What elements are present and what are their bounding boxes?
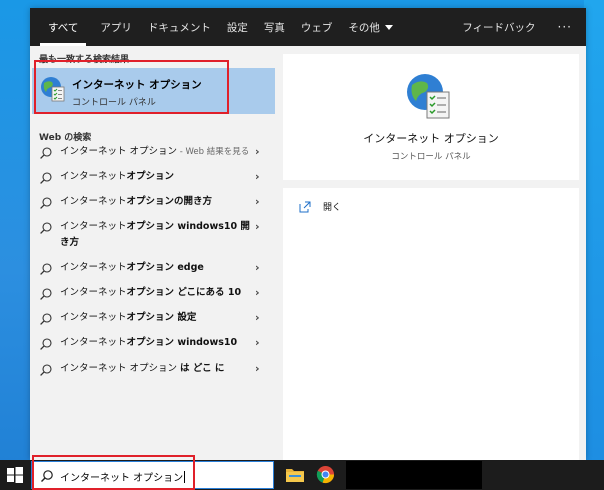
search-panel: すべて アプリ ドキュメント 設定 写真 ウェブ その他 フィードバック ···… (30, 8, 586, 460)
search-icon (41, 470, 53, 482)
chrome-icon[interactable] (316, 465, 335, 484)
search-icon (40, 172, 52, 184)
search-input-value: インターネット オプション (60, 469, 186, 484)
file-explorer-icon[interactable] (286, 467, 304, 482)
tab-settings-label: 設定 (226, 21, 248, 34)
more-options-button[interactable]: ··· (548, 8, 586, 46)
chevron-right-icon: › (255, 220, 260, 233)
tab-more[interactable]: その他 (340, 8, 401, 46)
search-icon (40, 222, 52, 234)
chevron-down-icon (384, 24, 393, 30)
web-result-text-normal: インターネット オプション (60, 363, 181, 374)
results-list: 最も一致する検索結果 インターネット オプション コントロール パネル Web … (30, 46, 282, 460)
web-result-item[interactable]: インターネットオプション windows10 開き方 › (32, 217, 275, 255)
search-icon (40, 147, 52, 159)
preview-title: インターネット オプション (363, 132, 499, 145)
web-result-text-normal: インターネット (60, 337, 127, 348)
web-result-text: インターネットオプション (60, 169, 250, 185)
best-match-subtitle: コントロール パネル (72, 98, 156, 108)
feedback-button[interactable]: フィードバック (450, 8, 547, 46)
web-result-item[interactable]: インターネットオプション edge › (32, 258, 275, 280)
taskbar-redacted-area (346, 461, 482, 489)
tab-web[interactable]: ウェブ (293, 8, 341, 46)
search-icon (40, 338, 52, 350)
tab-more-label: その他 (348, 21, 380, 34)
chevron-right-icon: › (255, 336, 260, 349)
web-result-text-bold: オプション 設定 (126, 312, 197, 323)
web-result-item[interactable]: インターネット オプション は どこ に › (32, 359, 275, 381)
taskbar-search-box[interactable]: インターネット オプション (31, 461, 274, 489)
web-result-text-suffix: - Web 結果を見る (177, 147, 250, 157)
tab-photos[interactable]: 写真 (256, 8, 293, 46)
web-result-text-normal: インターネット (60, 312, 127, 323)
tab-apps-label: アプリ (100, 21, 132, 34)
desktop-background (584, 0, 604, 460)
web-result-text-bold: は どこ に (180, 363, 225, 374)
tab-documents-label: ドキュメント (147, 21, 211, 34)
open-label: 開く (323, 203, 342, 213)
chevron-right-icon: › (255, 170, 260, 183)
search-icon (40, 197, 52, 209)
web-result-text-normal: インターネット (60, 171, 127, 182)
preview-divider (283, 180, 579, 188)
web-result-text: インターネット オプション は どこ に (60, 361, 250, 377)
text-caret (184, 471, 186, 483)
search-icon (40, 313, 52, 325)
web-result-text-bold: オプション どこにある 10 (126, 287, 242, 298)
web-result-text: インターネットオプション 設定 (60, 310, 250, 326)
web-result-item[interactable]: インターネット オプション - Web 結果を見る › (32, 142, 275, 164)
best-match-heading: 最も一致する検索結果 (39, 55, 130, 65)
tab-documents[interactable]: ドキュメント (140, 8, 219, 46)
web-result-text: インターネットオプション edge (60, 260, 250, 276)
tab-apps[interactable]: アプリ (92, 8, 140, 46)
tab-web-label: ウェブ (300, 21, 333, 34)
web-result-text-bold: オプション edge (126, 262, 204, 273)
web-result-text: インターネットオプションの開き方 (60, 194, 250, 210)
web-result-item[interactable]: インターネットオプション › (32, 167, 275, 189)
chevron-right-icon: › (255, 145, 260, 158)
search-filter-bar: すべて アプリ ドキュメント 設定 写真 ウェブ その他 フィードバック ··· (30, 8, 586, 46)
tab-settings[interactable]: 設定 (219, 8, 256, 46)
internet-options-icon (41, 77, 65, 102)
web-result-text: インターネット オプション - Web 結果を見る (60, 144, 250, 160)
web-result-text: インターネットオプション どこにある 10 (60, 285, 250, 301)
open-action[interactable]: 開く (299, 200, 341, 213)
tab-photos-label: 写真 (263, 21, 285, 34)
web-result-text-bold: オプションの開き方 (126, 196, 213, 207)
search-icon (40, 288, 52, 300)
tab-all[interactable]: すべて (40, 8, 87, 46)
chevron-right-icon: › (255, 195, 260, 208)
web-result-text-normal: インターネット (60, 221, 127, 232)
web-result-text-normal: インターネット (60, 262, 127, 273)
best-match-item[interactable]: インターネット オプション コントロール パネル (32, 68, 275, 114)
web-result-text-normal: インターネット (60, 196, 127, 207)
preview-pane: インターネット オプション コントロール パネル 開く (283, 54, 579, 460)
web-result-item[interactable]: インターネットオプション windows10 › (32, 333, 275, 355)
web-result-text-bold: オプション (126, 171, 175, 182)
search-input-text: インターネット オプション (60, 473, 184, 484)
preview-subtitle: コントロール パネル (391, 152, 471, 162)
web-result-text: インターネットオプション windows10 (60, 335, 250, 351)
web-result-item[interactable]: インターネットオプション どこにある 10 › (32, 283, 275, 305)
search-icon (40, 364, 52, 376)
web-result-text: インターネットオプション windows10 開き方 (60, 219, 250, 251)
best-match-title: インターネット オプション (72, 79, 202, 91)
chevron-right-icon: › (255, 362, 260, 375)
chevron-right-icon: › (255, 261, 260, 274)
chevron-right-icon: › (255, 311, 260, 324)
tab-all-label: すべて (48, 21, 79, 34)
web-result-item[interactable]: インターネットオプションの開き方 › (32, 192, 275, 214)
search-icon (40, 263, 52, 275)
web-result-text-bold: オプション windows10 (126, 337, 238, 348)
web-result-text-normal: インターネット (60, 287, 127, 298)
internet-options-large-icon (407, 74, 450, 119)
web-result-item[interactable]: インターネットオプション 設定 › (32, 308, 275, 330)
open-icon (299, 201, 311, 212)
windows-start-icon[interactable] (6, 466, 24, 484)
chevron-right-icon: › (255, 286, 260, 299)
web-result-text-normal: インターネット オプション (60, 146, 178, 157)
